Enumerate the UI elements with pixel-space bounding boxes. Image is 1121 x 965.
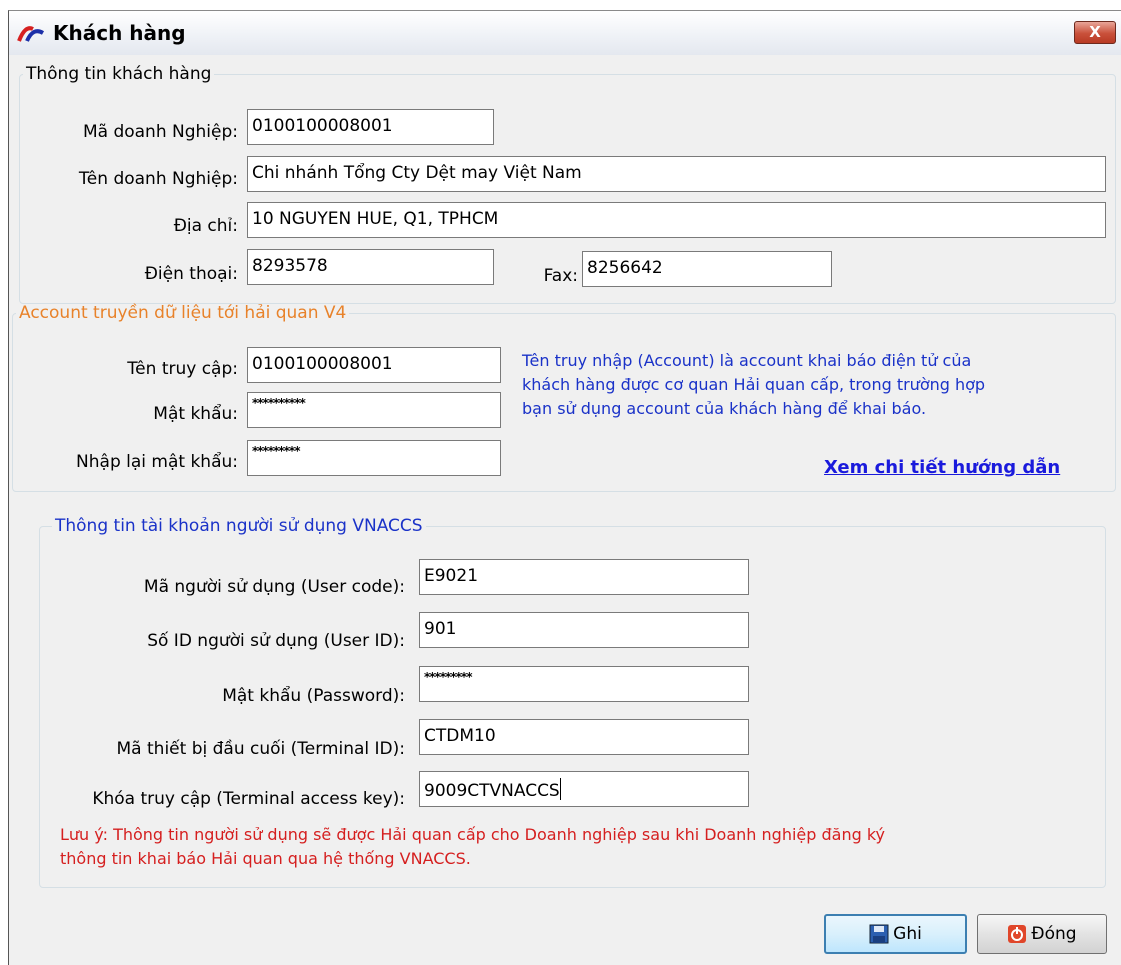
vnaccs-note-line-1: Lưu ý: Thông tin người sử dụng sẽ được H… [60,825,885,844]
dia-chi-input[interactable]: 10 NGUYEN HUE, Q1, TPHCM [247,202,1106,238]
vnaccs-note-line-2: thông tin khai báo Hải quan qua hệ thống… [60,849,471,868]
mat-khau-input[interactable]: ********** [247,392,501,428]
app-logo-icon [17,26,45,42]
ma-dn-input[interactable]: 0100100008001 [247,109,494,145]
customer-dialog: Khách hàng X Thông tin khách hàng Mã doa… [8,10,1121,965]
dien-thoai-label: Điện thoại: [144,264,238,284]
user-code-label: Mã người sử dụng (User code): [143,577,405,597]
access-key-label: Khóa truy cập (Terminal access key): [92,789,405,809]
access-key-value: 9009CTVNACCS [424,781,560,801]
power-close-icon [1008,925,1027,943]
floppy-disk-icon [869,924,889,944]
dia-chi-label: Địa chỉ: [173,216,238,236]
text-cursor [559,778,561,800]
nhap-lai-input[interactable]: ********* [247,440,501,476]
vnaccs-legend: Thông tin tài khoản người sử dụng VNACCS [55,516,423,536]
fax-input[interactable]: 8256642 [582,251,832,287]
account-info-line-2: khách hàng được cơ quan Hải quan cấp, tr… [522,375,986,394]
window-title: Khách hàng [53,21,186,45]
account-info-text: Tên truy nhập (Account) là account khai … [522,349,985,421]
help-link[interactable]: Xem chi tiết hướng dẫn [824,457,1060,478]
save-button[interactable]: Ghi [824,914,967,954]
customer-info-legend: Thông tin khách hàng [26,64,212,84]
terminal-id-label: Mã thiết bị đầu cuối (Terminal ID): [116,739,405,759]
title-bar: Khách hàng X [9,11,1121,55]
nhap-lai-label: Nhập lại mật khẩu: [76,452,238,472]
close-button-label: Đóng [1031,924,1077,944]
save-button-label: Ghi [893,924,922,944]
close-icon: X [1089,23,1101,41]
password-input[interactable]: ********* [419,666,749,702]
ten-dn-input[interactable]: Chi nhánh Tổng Cty Dệt may Việt Nam [247,156,1106,192]
close-button[interactable]: Đóng [977,914,1107,954]
account-info-line-3: bạn sử dụng account của khách hàng để kh… [522,399,927,418]
password-label: Mật khẩu (Password): [222,686,405,706]
access-key-input[interactable]: 9009CTVNACCS [419,771,749,807]
account-info-line-1: Tên truy nhập (Account) là account khai … [522,351,972,370]
user-id-label: Số ID người sử dụng (User ID): [147,631,405,651]
terminal-id-input[interactable]: CTDM10 [419,719,749,755]
vnaccs-note: Lưu ý: Thông tin người sử dụng sẽ được H… [60,823,885,871]
ten-truy-cap-label: Tên truy cập: [127,359,238,379]
user-code-input[interactable]: E9021 [419,559,749,595]
ma-dn-label: Mã doanh Nghiệp: [82,122,238,142]
dien-thoai-input[interactable]: 8293578 [247,249,494,285]
ten-truy-cap-input[interactable]: 0100100008001 [247,347,501,383]
window-close-button[interactable]: X [1074,21,1116,44]
mat-khau-label: Mật khẩu: [153,404,238,424]
ten-dn-label: Tên doanh Nghiệp: [78,169,238,189]
account-v4-legend: Account truyền dữ liệu tới hải quan V4 [19,303,347,323]
user-id-input[interactable]: 901 [419,612,749,648]
fax-label: Fax: [543,266,578,286]
